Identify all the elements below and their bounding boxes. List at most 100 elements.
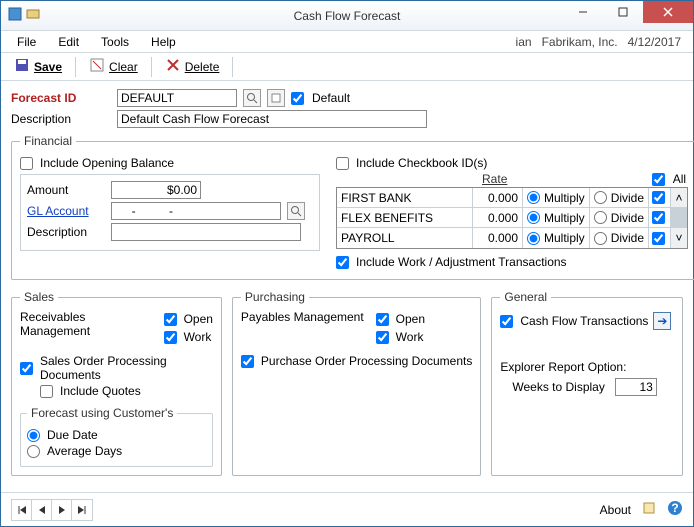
save-icon — [14, 57, 30, 76]
amount-input[interactable] — [111, 181, 201, 199]
sop-checkbox[interactable] — [20, 362, 33, 375]
multiply-option[interactable]: Multiply — [523, 188, 590, 207]
pm-label: Payables Management — [241, 310, 364, 324]
due-date-radio[interactable] — [27, 429, 40, 442]
multiply-option[interactable]: Multiply — [523, 228, 590, 248]
average-days-radio[interactable] — [27, 445, 40, 458]
divide-option[interactable]: Divide — [590, 188, 649, 207]
menu-help[interactable]: Help — [141, 33, 186, 51]
checkbook-rate[interactable]: 0.000 — [473, 188, 523, 207]
close-button[interactable] — [643, 1, 693, 23]
description-input[interactable] — [117, 110, 427, 128]
all-checkbox[interactable] — [652, 173, 665, 186]
include-checkbook-checkbox[interactable] — [336, 157, 349, 170]
work-adj-label: Include Work / Adjustment Transactions — [356, 255, 567, 269]
sop-label: Sales Order Processing Documents — [40, 354, 213, 382]
menu-tools[interactable]: Tools — [91, 33, 139, 51]
gl-account-input[interactable] — [111, 202, 281, 220]
note-icon[interactable] — [641, 500, 657, 519]
rm-work-checkbox[interactable] — [164, 331, 177, 344]
description-label: Description — [11, 112, 111, 126]
weeks-label: Weeks to Display — [512, 380, 604, 394]
nav-prev-button[interactable] — [32, 500, 52, 520]
note-button[interactable] — [267, 89, 285, 107]
menubar: File Edit Tools Help ian Fabrikam, Inc. … — [1, 31, 693, 53]
lookup-button[interactable] — [243, 89, 261, 107]
ero-label: Explorer Report Option: — [500, 360, 674, 374]
amount-label: Amount — [27, 183, 105, 197]
checkbook-name: PAYROLL — [337, 228, 473, 248]
multiply-option[interactable]: Multiply — [523, 208, 590, 227]
system-date: 4/12/2017 — [628, 35, 681, 49]
pop-checkbox[interactable] — [241, 355, 254, 368]
weeks-input[interactable] — [615, 378, 657, 396]
cft-label: Cash Flow Transactions — [520, 314, 648, 328]
include-quotes-label: Include Quotes — [60, 384, 141, 398]
menu-edit[interactable]: Edit — [48, 33, 89, 51]
scroll-up-icon[interactable]: ˄ — [671, 188, 687, 207]
delete-label: Delete — [185, 60, 220, 74]
svg-text:?: ? — [671, 501, 678, 515]
gl-description-input[interactable] — [111, 223, 301, 241]
all-label: All — [673, 172, 686, 186]
row-include-checkbox[interactable] — [652, 211, 665, 224]
nav-first-button[interactable] — [12, 500, 32, 520]
cft-expand-button[interactable]: ➔ — [653, 312, 671, 330]
about-link[interactable]: About — [600, 503, 631, 517]
minimize-button[interactable] — [563, 1, 603, 23]
separator — [75, 57, 76, 77]
row-include-checkbox[interactable] — [652, 232, 665, 245]
forecast-id-label: Forecast ID — [11, 91, 111, 105]
default-checkbox[interactable] — [291, 92, 304, 105]
row-include-checkbox[interactable] — [652, 191, 665, 204]
gl-description-label: Description — [27, 225, 105, 239]
pm-open-checkbox[interactable] — [376, 313, 389, 326]
forecast-using-legend: Forecast using Customer's — [27, 406, 177, 420]
gl-lookup-button[interactable] — [287, 202, 305, 220]
forecast-id-input[interactable] — [117, 89, 237, 107]
gl-account-link[interactable]: GL Account — [27, 204, 105, 218]
checkbook-name: FIRST BANK — [337, 188, 473, 207]
sales-group: Sales Receivables Management Open Work S… — [11, 290, 222, 476]
company-name: Fabrikam, Inc. — [542, 35, 618, 49]
context-info: ian Fabrikam, Inc. 4/12/2017 — [516, 35, 687, 49]
delete-button[interactable]: Delete — [156, 54, 229, 79]
rm-open-checkbox[interactable] — [164, 313, 177, 326]
window: Cash Flow Forecast File Edit Tools Help … — [0, 0, 694, 527]
nav-last-button[interactable] — [72, 500, 92, 520]
maximize-button[interactable] — [603, 1, 643, 23]
checkbook-rate[interactable]: 0.000 — [473, 208, 523, 227]
user-name: ian — [516, 35, 532, 49]
statusbar: About ? — [1, 492, 693, 526]
financial-legend: Financial — [20, 134, 76, 148]
app-icon — [7, 6, 23, 25]
default-label: Default — [312, 91, 350, 105]
include-checkbook-label: Include Checkbook ID(s) — [356, 156, 487, 170]
opening-balance-checkbox[interactable] — [20, 157, 33, 170]
forecast-using-group: Forecast using Customer's Due Date Avera… — [20, 406, 213, 467]
help-icon[interactable]: ? — [667, 500, 683, 519]
save-label: Save — [34, 60, 62, 74]
content: Forecast ID Default Description Financia… — [1, 81, 693, 522]
pop-label: Purchase Order Processing Documents — [261, 354, 472, 368]
scroll-down-icon[interactable]: ˅ — [671, 228, 687, 248]
work-adj-checkbox[interactable] — [336, 256, 349, 269]
divide-option[interactable]: Divide — [590, 208, 649, 227]
record-nav — [11, 499, 93, 521]
purchasing-group: Purchasing Payables Management Open Work… — [232, 290, 481, 476]
pm-work-checkbox[interactable] — [376, 331, 389, 344]
financial-group: Financial Include Opening Balance Amount… — [11, 134, 694, 280]
table-row: PAYROLL 0.000 Multiply Divide ˅ — [337, 228, 687, 248]
save-button[interactable]: Save — [5, 54, 71, 79]
general-legend: General — [500, 290, 551, 304]
app-icon-2 — [25, 6, 41, 25]
cft-checkbox[interactable] — [500, 315, 513, 328]
nav-next-button[interactable] — [52, 500, 72, 520]
divide-option[interactable]: Divide — [590, 228, 649, 248]
scroll-thumb[interactable] — [671, 208, 687, 227]
checkbook-rate[interactable]: 0.000 — [473, 228, 523, 248]
clear-button[interactable]: Clear — [80, 54, 147, 79]
include-quotes-checkbox[interactable] — [40, 385, 53, 398]
menu-file[interactable]: File — [7, 33, 46, 51]
delete-icon — [165, 57, 181, 76]
